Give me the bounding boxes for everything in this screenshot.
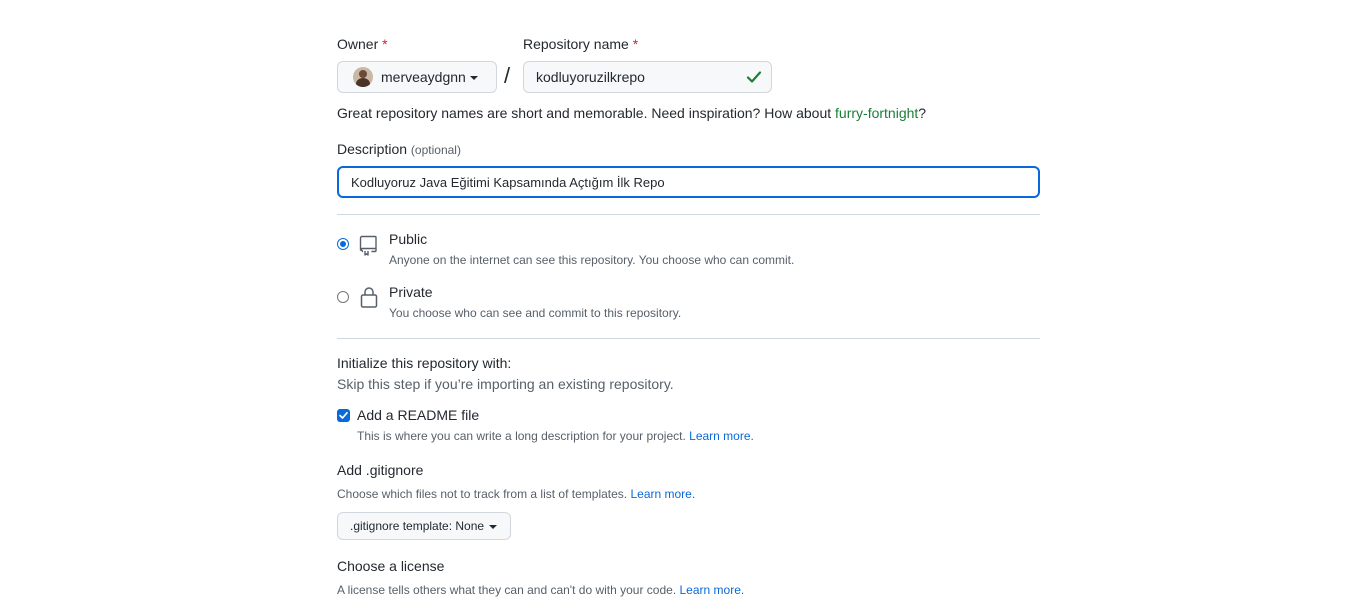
gitignore-title: Add .gitignore (337, 462, 424, 478)
owner-label-text: Owner (337, 36, 379, 52)
public-title: Public (389, 231, 428, 247)
repository-name-input[interactable] (523, 61, 772, 93)
repo-name-hint: Great repository names are short and mem… (337, 105, 926, 121)
repo-name-hint-suffix: ? (918, 105, 927, 121)
optional-marker: (optional) (410, 143, 461, 157)
owner-selected-value: merveaydgnn (381, 69, 466, 85)
readme-description: This is where you can write a long descr… (357, 429, 754, 443)
repo-icon (359, 235, 377, 256)
lock-icon (360, 287, 378, 308)
gitignore-description: Choose which files not to track from a l… (337, 487, 695, 501)
gitignore-description-text: Choose which files not to track from a l… (337, 487, 631, 501)
description-label-text: Description (337, 141, 408, 157)
readme-checkbox[interactable] (337, 409, 350, 422)
license-description-text: A license tells others what they can and… (337, 583, 680, 597)
description-label: Description (optional) (337, 141, 461, 157)
owner-label: Owner * (337, 36, 388, 52)
public-description: Anyone on the internet can see this repo… (389, 253, 795, 267)
divider (337, 338, 1040, 339)
owner-repo-separator: / (504, 63, 511, 88)
chevron-down-icon (469, 76, 478, 80)
license-description: A license tells others what they can and… (337, 583, 744, 597)
repo-name-label-text: Repository name (523, 36, 629, 52)
readme-learn-more-link[interactable]: Learn more. (689, 429, 754, 443)
avatar (353, 67, 373, 87)
license-learn-more-link[interactable]: Learn more. (680, 583, 745, 597)
private-radio[interactable] (337, 291, 349, 303)
name-suggestion-link[interactable]: furry-fortnight (835, 105, 918, 121)
public-radio[interactable] (337, 238, 349, 250)
private-title: Private (389, 284, 433, 300)
gitignore-template-select[interactable]: .gitignore template: None (337, 512, 511, 540)
check-icon (746, 71, 762, 83)
repo-name-required-mark: * (632, 36, 639, 52)
readme-description-text: This is where you can write a long descr… (357, 429, 690, 443)
owner-required-mark: * (382, 36, 388, 52)
readme-label[interactable]: Add a README file (357, 407, 479, 423)
private-description: You choose who can see and commit to thi… (389, 306, 682, 320)
gitignore-learn-more-link[interactable]: Learn more. (630, 487, 695, 501)
gitignore-template-label: .gitignore template: None (350, 519, 485, 533)
chevron-down-icon (489, 525, 498, 529)
initialize-subtitle: Skip this step if you’re importing an ex… (337, 376, 674, 392)
repo-name-label: Repository name * (523, 36, 638, 52)
repo-name-hint-text: Great repository names are short and mem… (337, 105, 836, 121)
license-title: Choose a license (337, 558, 445, 574)
owner-select-button[interactable]: merveaydgnn (337, 61, 497, 93)
check-icon (339, 411, 348, 419)
initialize-title: Initialize this repository with: (337, 355, 512, 371)
divider (337, 214, 1040, 215)
description-input[interactable] (337, 166, 1040, 198)
